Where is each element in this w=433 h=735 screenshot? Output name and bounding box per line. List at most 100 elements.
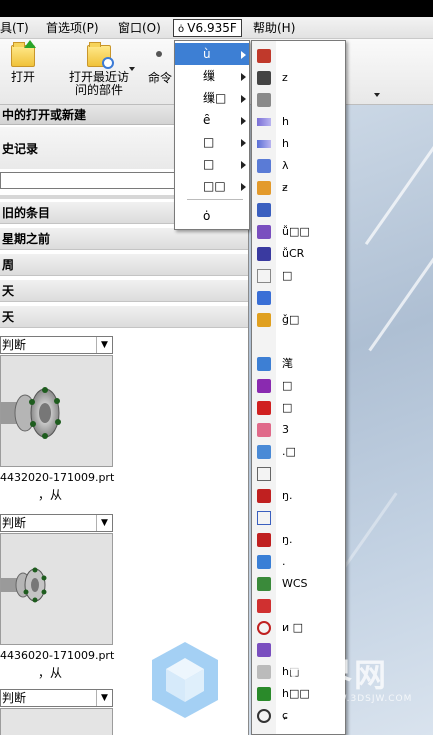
submenu-item[interactable] (252, 45, 345, 67)
submenu-item-label: ǧ□ (282, 313, 300, 326)
stamp-icon (257, 203, 271, 217)
menu-window[interactable]: 窗口(O) (118, 20, 161, 36)
plugin-menu-item[interactable]: ù (175, 43, 249, 65)
submenu-item[interactable]: .□ (252, 441, 345, 463)
submenu-item[interactable]: ƶ (252, 177, 345, 199)
viewport-streak (364, 144, 433, 246)
plugin-menu-item[interactable]: □ (175, 131, 249, 153)
submenu-item[interactable]: и □ (252, 617, 345, 639)
fold-icon (257, 445, 271, 459)
submenu-item[interactable]: ǧ□ (252, 309, 345, 331)
part-preview-icon (1, 356, 112, 466)
submenu-item[interactable]: 滗 (252, 353, 345, 375)
submenu-item[interactable] (252, 507, 345, 529)
menu-separator (187, 199, 243, 200)
plugin-menu-item[interactable]: □□ (175, 175, 249, 197)
open-folder-icon (11, 40, 36, 67)
submenu-item[interactable]: z (252, 67, 345, 89)
submenu-item-label: 滗 (282, 357, 293, 370)
submenu-item[interactable]: □ (252, 375, 345, 397)
submenu-arrow-icon (241, 139, 246, 147)
group-today[interactable]: 天 (0, 306, 248, 328)
menu-help[interactable]: 帮助(H) (253, 20, 295, 36)
submenu-item-label: λ (282, 159, 289, 172)
cube-blue-icon (257, 357, 271, 371)
submenu-item[interactable] (252, 287, 345, 309)
submenu-item[interactable]: 3 (252, 419, 345, 441)
menu-plugin[interactable]: ȯ V6.935F (173, 19, 242, 37)
plugin-menu-item[interactable]: □ (175, 153, 249, 175)
recent-dropdown-icon[interactable] (129, 67, 135, 71)
submenu-item[interactable] (252, 595, 345, 617)
submenu-arrow-icon (241, 51, 246, 59)
submenu-item[interactable]: ǚCR (252, 243, 345, 265)
submenu-item[interactable]: □ (252, 397, 345, 419)
menu-preferences[interactable]: 首选项(P) (46, 20, 99, 36)
part-thumbnail[interactable] (0, 708, 113, 735)
pipe-icon (257, 555, 271, 569)
rect-icon (257, 467, 271, 481)
gear-red-icon (257, 533, 271, 547)
chevron-down-icon: ▼ (96, 337, 112, 353)
plugin-menu-item[interactable]: ȇ (175, 109, 249, 131)
cube-outline-icon (257, 269, 271, 283)
submenu-item[interactable]: ɕ (252, 705, 345, 727)
submenu-item[interactable]: ŋ. (252, 485, 345, 507)
submenu-item[interactable]: h (252, 111, 345, 133)
chevron-down-icon: ▼ (96, 690, 112, 706)
pen-icon (257, 643, 271, 657)
group-day[interactable]: 天 (0, 280, 248, 302)
submenu-item-label: ƶ (282, 181, 288, 194)
open-recent-button[interactable]: 打开最近访 问的部件 (62, 39, 136, 97)
submenu-item-label: ŋ. (282, 489, 293, 502)
grid-red-icon (257, 599, 271, 613)
submenu-item[interactable]: WCS (252, 573, 345, 595)
filter-select[interactable]: 判断 ▼ (0, 514, 113, 532)
submenu-item[interactable]: ǚ□□ (252, 221, 345, 243)
submenu-item[interactable]: h (252, 133, 345, 155)
submenu-item-label: ǚ□□ (282, 225, 310, 238)
submenu-item[interactable] (252, 331, 345, 353)
submenu-arrow-icon (241, 117, 246, 125)
submenu-item[interactable]: ŋ. (252, 529, 345, 551)
group-weeks-ago[interactable]: 星期之前 (0, 228, 248, 250)
command-button[interactable]: 命令 (148, 39, 176, 85)
submenu-item[interactable]: □ (252, 265, 345, 287)
menu-bar: 具(T) 首选项(P) 窗口(O) ȯ V6.935F 帮助(H) (0, 17, 433, 39)
play-icon (257, 687, 271, 701)
submenu-item[interactable] (252, 89, 345, 111)
part-thumbnail[interactable] (0, 355, 113, 467)
submenu-item[interactable] (252, 199, 345, 221)
submenu-item-label: □ (282, 379, 293, 392)
submenu-arrow-icon (241, 95, 246, 103)
submenu-item-label: и □ (282, 621, 304, 634)
plugin-menu-item[interactable]: ȯ (175, 205, 249, 227)
submenu-item-label: ɕ (282, 709, 289, 722)
part-thumbnail[interactable] (0, 533, 113, 645)
plugin-menu-item[interactable]: 缫□ (175, 87, 249, 109)
command-icon (156, 51, 162, 57)
ribbon-more-icon[interactable] (374, 93, 380, 97)
submenu-item-label: h (282, 137, 289, 150)
submenu-arrow-icon (241, 161, 246, 169)
ring-icon (257, 709, 271, 723)
part-filename: 4436020-171009.prt (0, 649, 115, 662)
menu-tools[interactable]: 具(T) (0, 20, 29, 36)
circle-red-icon (257, 621, 271, 635)
recent-folder-icon (87, 42, 114, 69)
open-button[interactable]: 打开 (2, 39, 44, 84)
hook-icon (257, 247, 271, 261)
cross-icon (257, 71, 271, 85)
submenu-item[interactable] (252, 463, 345, 485)
bucket-icon (257, 291, 271, 305)
plugin-menu-item[interactable]: 缫 (175, 65, 249, 87)
part-from-label: ，从 (38, 488, 63, 502)
filter-select[interactable]: 判断 ▼ (0, 689, 113, 707)
submenu-item[interactable]: λ (252, 155, 345, 177)
submenu-item[interactable]: . (252, 551, 345, 573)
plugin-icon: ȯ (178, 24, 188, 35)
drop-icon (257, 423, 271, 437)
group-week[interactable]: 周 (0, 254, 248, 276)
watermark-url: WWW.3DSJW.COM (318, 694, 413, 704)
filter-select[interactable]: 判断 ▼ (0, 336, 113, 354)
